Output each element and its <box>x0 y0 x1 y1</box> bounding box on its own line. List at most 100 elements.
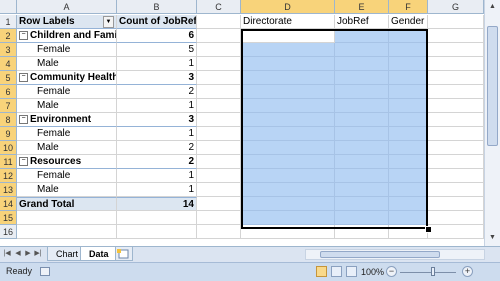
cell[interactable] <box>241 155 335 169</box>
cell[interactable] <box>335 155 389 169</box>
column-header-g[interactable]: G <box>428 0 484 14</box>
pivot-row-labels-header[interactable]: Row Labels ▼ <box>17 15 117 29</box>
pivot-group-label[interactable]: − Community Health <box>17 71 117 85</box>
cell[interactable] <box>428 155 484 169</box>
zoom-level[interactable]: 100% <box>361 267 384 277</box>
pivot-item-label[interactable]: Male <box>17 99 117 113</box>
zoom-slider-knob[interactable] <box>431 267 435 276</box>
cell[interactable] <box>389 211 428 225</box>
pivot-item-value[interactable]: 2 <box>117 85 197 99</box>
cell[interactable] <box>241 141 335 155</box>
cell[interactable] <box>428 113 484 127</box>
collapse-icon[interactable]: − <box>19 72 28 82</box>
pivot-item-label[interactable]: Female <box>17 43 117 57</box>
cell[interactable] <box>389 169 428 183</box>
row-header[interactable]: 13 <box>0 183 17 197</box>
cell[interactable] <box>389 155 428 169</box>
new-sheet-icon[interactable] <box>115 247 133 261</box>
vertical-scrollbar[interactable]: ▲ ▼ <box>484 0 500 246</box>
cell[interactable] <box>335 211 389 225</box>
row-header[interactable]: 6 <box>0 85 17 99</box>
pivot-group-value[interactable]: 3 <box>117 113 197 127</box>
cell[interactable] <box>197 211 241 225</box>
zoom-out-icon[interactable]: − <box>386 266 397 277</box>
cell[interactable] <box>197 197 241 211</box>
cell[interactable] <box>389 99 428 113</box>
prev-sheet-icon[interactable]: ◀ <box>13 249 23 259</box>
cell[interactable] <box>428 211 484 225</box>
cell[interactable] <box>335 71 389 85</box>
row-header[interactable]: 2 <box>0 29 17 43</box>
first-sheet-icon[interactable]: |◀ <box>2 249 12 259</box>
spreadsheet-grid[interactable]: A B C D E F G 1 2 3 4 5 6 7 8 9 10 11 12… <box>0 0 484 246</box>
cell[interactable] <box>197 15 241 29</box>
zoom-slider-track[interactable] <box>400 272 456 273</box>
cell[interactable] <box>241 169 335 183</box>
next-sheet-icon[interactable]: ▶ <box>23 249 33 259</box>
cell[interactable] <box>335 85 389 99</box>
cell[interactable] <box>241 43 335 57</box>
cell[interactable] <box>335 113 389 127</box>
pivot-group-value[interactable]: 2 <box>117 155 197 169</box>
cell[interactable] <box>335 225 389 239</box>
pivot-item-value[interactable]: 1 <box>117 127 197 141</box>
cell[interactable] <box>428 71 484 85</box>
cell[interactable] <box>241 211 335 225</box>
cell[interactable] <box>197 183 241 197</box>
cell[interactable] <box>389 29 428 43</box>
scroll-up-icon[interactable]: ▲ <box>487 1 498 12</box>
cell[interactable] <box>428 15 484 29</box>
tab-data[interactable]: Data <box>80 247 118 261</box>
row-header[interactable]: 8 <box>0 113 17 127</box>
cell[interactable] <box>197 169 241 183</box>
cell[interactable] <box>428 197 484 211</box>
dropdown-arrow-icon[interactable]: ▼ <box>103 16 114 28</box>
select-all-corner[interactable] <box>0 0 17 14</box>
cell[interactable] <box>389 197 428 211</box>
cell[interactable] <box>241 197 335 211</box>
row-header[interactable]: 7 <box>0 99 17 113</box>
cell[interactable] <box>335 183 389 197</box>
cell[interactable] <box>241 29 335 43</box>
header-jobref[interactable]: JobRef <box>335 15 389 29</box>
column-header-a[interactable]: A <box>17 0 117 14</box>
column-header-e[interactable]: E <box>335 0 389 14</box>
cell[interactable] <box>197 71 241 85</box>
cell[interactable] <box>335 127 389 141</box>
pivot-value-header[interactable]: Count of JobRef <box>117 15 197 29</box>
cell[interactable] <box>428 99 484 113</box>
cell[interactable] <box>389 141 428 155</box>
cell[interactable] <box>428 57 484 71</box>
row-header[interactable]: 5 <box>0 71 17 85</box>
pivot-item-label[interactable]: Male <box>17 183 117 197</box>
cell[interactable] <box>117 225 197 239</box>
row-header[interactable]: 9 <box>0 127 17 141</box>
pivot-item-label[interactable]: Male <box>17 57 117 71</box>
cell[interactable] <box>241 113 335 127</box>
cell[interactable] <box>197 127 241 141</box>
cell[interactable] <box>197 57 241 71</box>
cell[interactable] <box>428 225 484 239</box>
cell[interactable] <box>335 197 389 211</box>
collapse-icon[interactable]: − <box>19 30 28 40</box>
horizontal-scrollbar[interactable] <box>305 249 485 260</box>
cell[interactable] <box>335 29 389 43</box>
pivot-item-label[interactable]: Female <box>17 85 117 99</box>
cell[interactable] <box>428 127 484 141</box>
grand-total-value[interactable]: 14 <box>117 197 197 211</box>
row-header[interactable]: 12 <box>0 169 17 183</box>
cell[interactable] <box>241 71 335 85</box>
column-header-f[interactable]: F <box>389 0 428 14</box>
pivot-item-value[interactable]: 1 <box>117 99 197 113</box>
cell[interactable] <box>241 99 335 113</box>
cell[interactable] <box>428 43 484 57</box>
cell[interactable] <box>389 71 428 85</box>
row-header[interactable]: 14 <box>0 197 17 211</box>
cell[interactable] <box>197 141 241 155</box>
column-header-d[interactable]: D <box>241 0 335 14</box>
cell[interactable] <box>241 183 335 197</box>
page-break-view-icon[interactable] <box>346 266 357 277</box>
column-header-b[interactable]: B <box>117 0 197 14</box>
normal-view-icon[interactable] <box>316 266 327 277</box>
cell[interactable] <box>117 211 197 225</box>
